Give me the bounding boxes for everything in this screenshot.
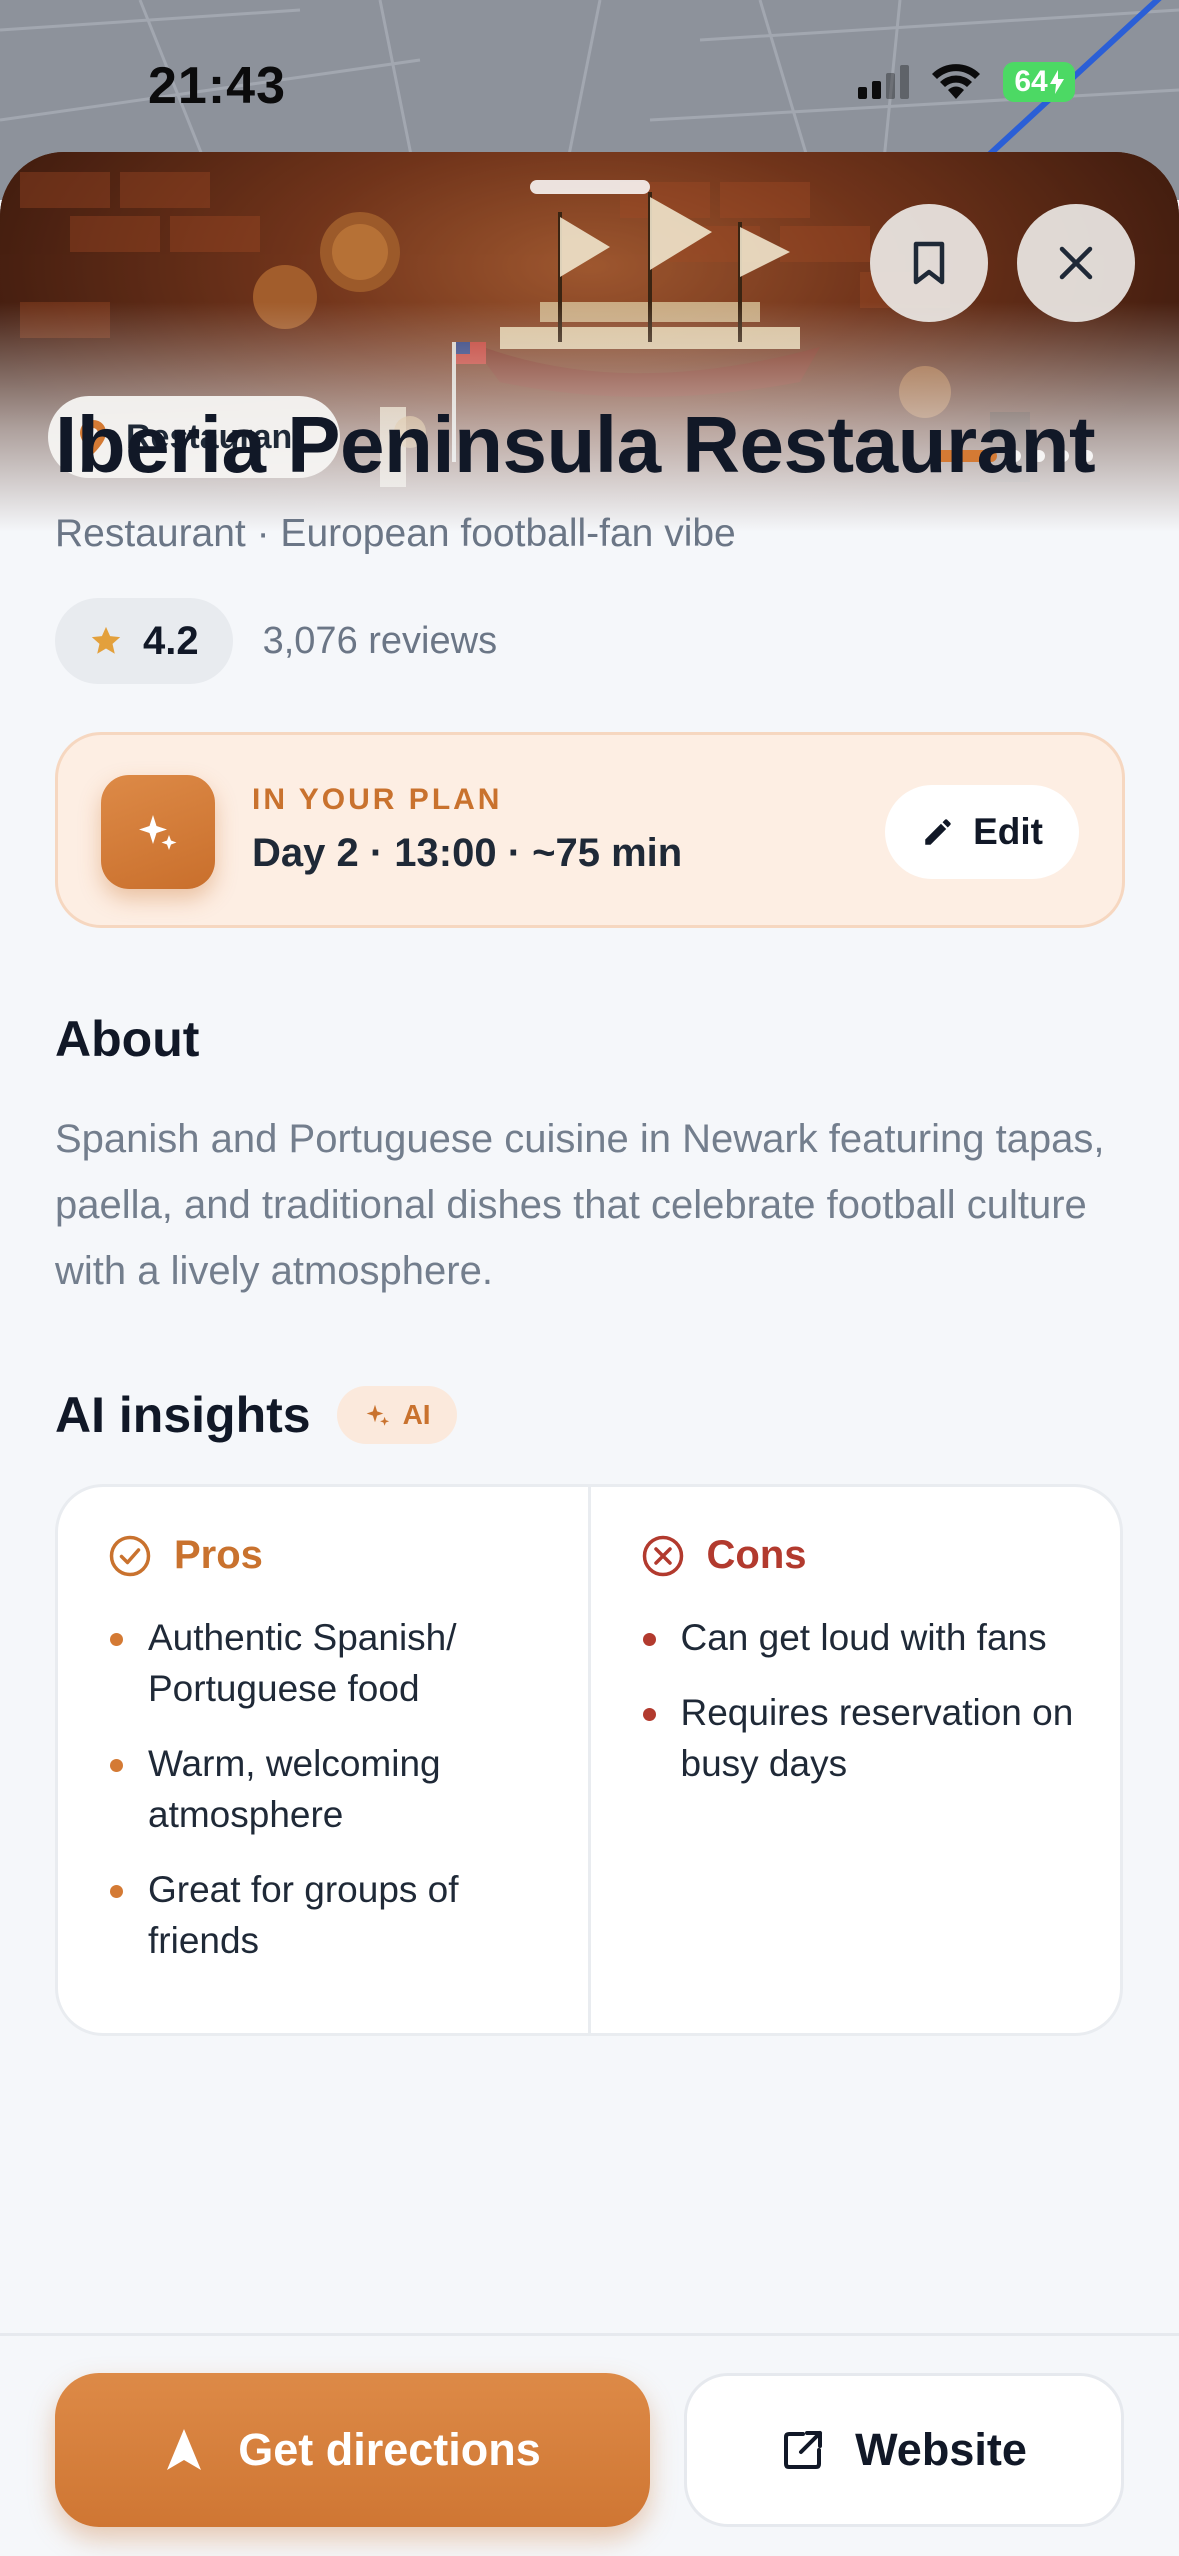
plan-icon — [101, 775, 215, 889]
cons-column: Cons Can get loud with fans Requires res… — [587, 1487, 1121, 2033]
external-link-icon — [784, 2431, 823, 2469]
pro-item: Warm, welcoming atmosphere — [108, 1738, 542, 1840]
insights-card: Pros Authentic Spanish/ Portuguese food … — [55, 1484, 1123, 2036]
pros-heading: Pros — [174, 1533, 263, 1577]
rating-pill: 4.2 — [55, 598, 233, 684]
con-item: Can get loud with fans — [641, 1612, 1075, 1663]
about-heading: About — [55, 1011, 200, 1067]
get-directions-button[interactable]: Get directions — [55, 2373, 650, 2527]
battery-level: 64 — [1014, 65, 1048, 98]
action-bar: Get directions Website — [0, 2333, 1179, 2556]
directions-label: Get directions — [238, 2424, 541, 2475]
sparkles-icon — [366, 1404, 389, 1426]
review-count[interactable]: 3,076 reviews — [263, 620, 497, 663]
plan-card[interactable]: IN YOUR PLAN Day 2 · 13:00 · ~75 min Edi… — [55, 732, 1125, 928]
place-subtitle: Restaurant · European football-fan vibe — [55, 512, 736, 555]
x-circle-icon — [642, 1535, 683, 1576]
pro-item: Great for groups of friends — [108, 1864, 542, 1966]
ai-badge: AI — [336, 1386, 457, 1444]
sparkles-icon — [139, 815, 177, 850]
rating-value: 4.2 — [143, 618, 199, 663]
navigation-arrow-icon — [167, 2429, 202, 2470]
plan-kicker: IN YOUR PLAN — [252, 783, 503, 816]
pencil-icon — [925, 819, 951, 845]
close-button[interactable] — [1017, 204, 1135, 322]
status-time: 21:43 — [148, 57, 286, 115]
check-circle-icon — [109, 1535, 151, 1576]
ai-badge-label: AI — [402, 1399, 431, 1430]
sheet-grabber[interactable] — [530, 180, 650, 194]
status-bar: 21:43 64 — [0, 0, 1179, 160]
website-button[interactable]: Website — [684, 2373, 1124, 2527]
con-item: Requires reservation on busy days — [641, 1687, 1075, 1789]
about-text: Spanish and Portuguese cuisine in Newark… — [55, 1117, 1105, 1293]
edit-plan-button[interactable]: Edit — [885, 785, 1079, 879]
close-icon — [1059, 246, 1093, 280]
edit-label: Edit — [973, 811, 1043, 852]
insights-heading: AI insights — [55, 1387, 311, 1443]
pro-item: Authentic Spanish/ Portuguese food — [108, 1612, 542, 1714]
bookmark-icon — [913, 241, 945, 285]
battery-icon: 64 — [1003, 62, 1075, 102]
signal-icon — [858, 65, 909, 99]
pros-column: Pros Authentic Spanish/ Portuguese food … — [58, 1487, 588, 2033]
cons-heading: Cons — [706, 1533, 807, 1577]
wifi-icon — [932, 64, 980, 99]
website-label: Website — [855, 2424, 1027, 2475]
place-title: Iberia Peninsula Restaurant — [55, 400, 1096, 489]
bookmark-button[interactable] — [870, 204, 988, 322]
plan-detail: Day 2 · 13:00 · ~75 min — [252, 831, 683, 875]
place-details: Iberia Peninsula Restaurant Restaurant ·… — [55, 402, 1125, 2036]
star-icon — [91, 626, 121, 654]
